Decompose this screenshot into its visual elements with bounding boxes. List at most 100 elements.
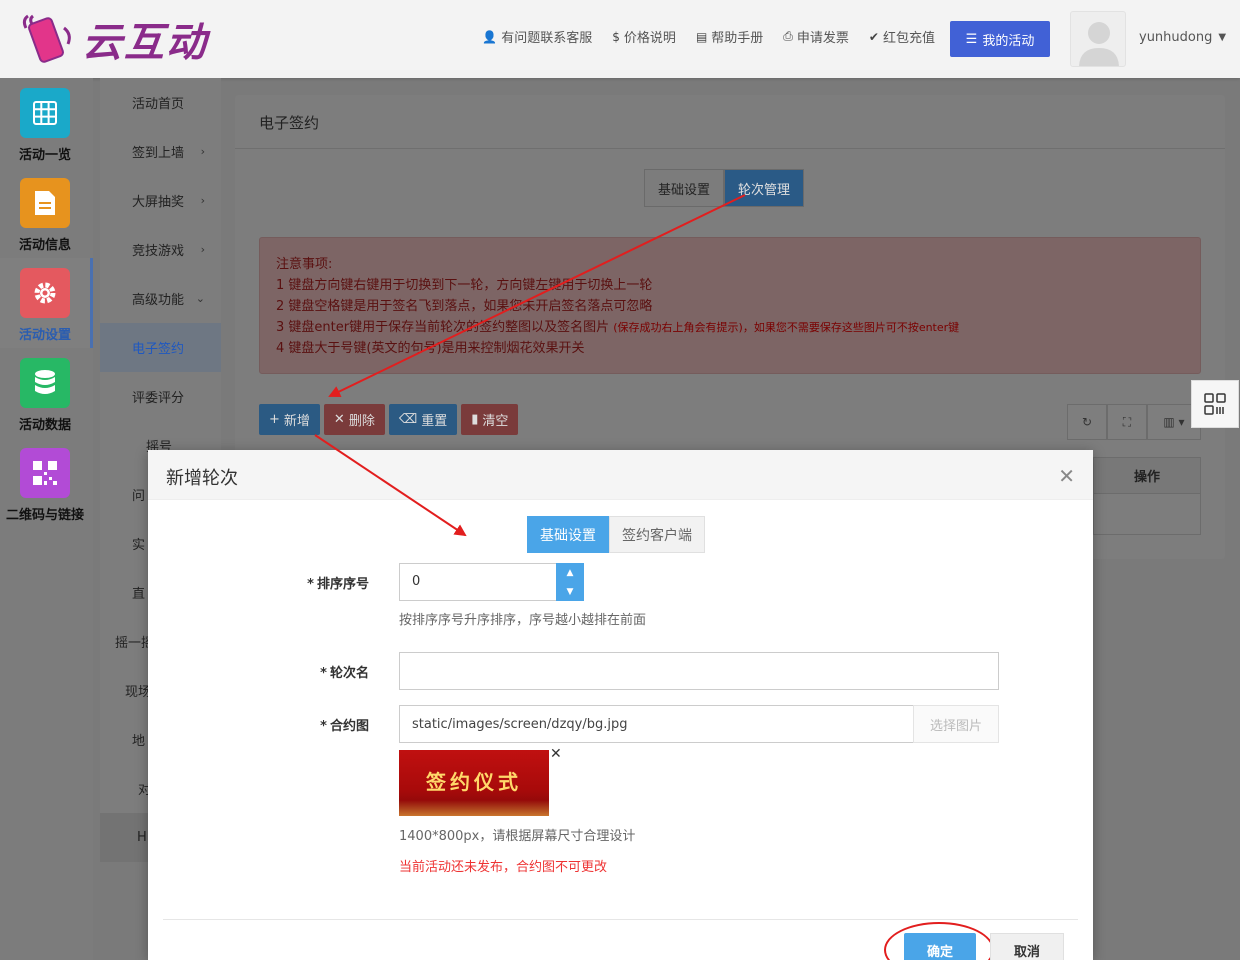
invoice-link[interactable]: ⎙ 申请发票 [783, 27, 849, 46]
qrcode-float-icon[interactable] [1191, 380, 1239, 428]
close-icon[interactable]: ✕ [1058, 464, 1075, 488]
submenu-item-checkin-wall[interactable]: 签到上墙 › [100, 127, 221, 176]
rail-item-activity-settings[interactable]: 活动设置 [0, 258, 93, 348]
fullscreen-icon[interactable]: ⛶ [1107, 404, 1147, 440]
chevron-right-icon: › [200, 243, 205, 256]
remove-image-icon[interactable]: ✕ [550, 746, 562, 762]
cancel-button[interactable]: 取消 [990, 933, 1064, 960]
tab-basic-settings[interactable]: 基础设置 [644, 169, 725, 207]
submenu-label: 大屏抽奖 [132, 195, 185, 210]
table-header-actions: 操作 [1093, 457, 1201, 494]
thumbnail-title: 签约仪式 [426, 770, 522, 794]
submenu-label: H [137, 830, 147, 845]
divider [163, 919, 1078, 920]
number-stepper[interactable]: ▲ ▼ [556, 563, 584, 601]
dialog-header: 新增轮次 ✕ [148, 450, 1093, 500]
submenu-item-advanced[interactable]: 高级功能 ⌄ [100, 274, 221, 323]
redpacket-recharge-link[interactable]: ✔ 红包充值 [868, 27, 935, 47]
logo[interactable]: 云互动 [20, 8, 208, 70]
submenu-label: 竞技游戏 [132, 244, 185, 259]
submenu-item-activity-home[interactable]: 活动首页 [100, 78, 221, 127]
notice-line-text: 3 键盘enter键用于保存当前轮次的签约整图以及签名图片 [276, 320, 610, 335]
chevron-down-icon[interactable]: ▼ [567, 587, 574, 597]
my-activity-button[interactable]: ☰ 我的活动 [950, 21, 1050, 57]
divider [235, 148, 1225, 149]
submenu-label: 高级功能 [132, 293, 185, 308]
rail-item-qrcode-links[interactable]: 二维码与链接 [0, 438, 93, 528]
add-round-dialog: 新增轮次 ✕ 基础设置 签约客户端 * 排序序号 0 ▲ ▼ 按排序序号升序排序，… [148, 450, 1093, 960]
caret-down-icon: ▼ [1218, 32, 1227, 43]
delete-button[interactable]: ✕ 删除 [323, 404, 385, 435]
submenu-label: 直 [132, 587, 146, 602]
submenu-label: 问 [132, 489, 146, 504]
phone-logo-icon [20, 10, 78, 68]
delete-label: 删除 [348, 414, 375, 429]
invoice-label: 申请发票 [796, 31, 849, 46]
thumbnail-glow [399, 800, 549, 816]
redpacket-recharge-label: 红包充值 [882, 31, 935, 46]
contact-support-link[interactable]: 👤 有问题联系客服 [482, 27, 592, 47]
shield-check-icon: ✔ [868, 29, 879, 44]
submenu-label: 活动首页 [132, 97, 185, 112]
notice-title: 注意事项: [276, 257, 333, 272]
rail-label: 活动一览 [18, 148, 71, 163]
my-activity-label: 我的活动 [982, 33, 1035, 49]
contract-image-thumbnail: 签约仪式 [399, 750, 549, 816]
pricing-label: 价格说明 [623, 31, 676, 46]
clear-button[interactable]: ▮ 清空 [461, 404, 519, 435]
submenu-label: 实 [132, 538, 146, 553]
help-manual-label: 帮助手册 [711, 31, 764, 46]
tab-basic-settings[interactable]: 基础设置 [527, 516, 609, 553]
chevron-up-icon[interactable]: ▲ [567, 568, 574, 578]
size-hint: 1400*800px，请根据屏幕尺寸合理设计 [399, 829, 636, 844]
submenu-item-e-signing[interactable]: 电子签约 [100, 323, 221, 372]
top-header: 云互动 👤 有问题联系客服 $ 价格说明 ▤ 帮助手册 ⎙ 申请发票 ✔ 红包充… [0, 0, 1240, 78]
round-name-label-text: 轮次名 [329, 666, 369, 681]
book-icon: ▤ [695, 29, 708, 44]
gear-icon [20, 268, 70, 318]
sort-label: * 排序序号 [307, 577, 369, 592]
notice-line: 4 键盘大于号键(英文的句号)是用来控制烟花效果开关 [276, 341, 585, 356]
tab-signing-client[interactable]: 签约客户端 [609, 516, 705, 553]
trash-icon: ▮ [471, 412, 479, 427]
table-row [1093, 493, 1201, 535]
rail-label: 二维码与链接 [5, 508, 84, 523]
submenu-label: 评委评分 [132, 391, 185, 406]
image-path-input[interactable]: static/images/screen/dzqy/bg.jpg [399, 705, 914, 743]
submenu-item-lottery[interactable]: 大屏抽奖 › [100, 176, 221, 225]
submenu-item-games[interactable]: 竞技游戏 › [100, 225, 221, 274]
reset-label: 重置 [421, 414, 448, 429]
contract-image-label-text: 合约图 [329, 719, 369, 734]
choose-image-button[interactable]: 选择图片 [913, 705, 999, 743]
rail-label: 活动设置 [18, 328, 71, 343]
username: yunhudong [1139, 30, 1213, 45]
chevron-right-icon: › [200, 145, 205, 158]
header-links: 👤 有问题联系客服 $ 价格说明 ▤ 帮助手册 ⎙ 申请发票 ✔ 红包充值 [482, 27, 935, 46]
database-icon [20, 358, 70, 408]
refresh-icon[interactable]: ↻ [1067, 404, 1107, 440]
add-button[interactable]: + 新增 [259, 404, 320, 435]
action-buttons: + 新增 ✕ 删除 ⌫ 重置 ▮ 清空 [259, 404, 519, 435]
rail-item-activity-data[interactable]: 活动数据 [0, 348, 93, 438]
round-name-input[interactable] [399, 652, 999, 690]
notice-box: 注意事项: 1 键盘方向键右键用于切换到下一轮，方向键左键用于切换上一轮 2 键… [259, 237, 1201, 374]
notice-small-text: (保存成功右上角会有提示)，如果您不需要保存这些图片可不按enter键 [613, 321, 960, 334]
pricing-link[interactable]: $ 价格说明 [612, 27, 676, 47]
left-icon-rail: 活动一览 活动信息 活动设置 活动数据 二维码与链接 [0, 78, 93, 960]
rail-item-activity-info[interactable]: 活动信息 [0, 168, 93, 258]
user-menu[interactable]: yunhudong ▼ [1139, 30, 1226, 45]
reset-button[interactable]: ⌫ 重置 [388, 404, 458, 435]
rail-item-activity-list[interactable]: 活动一览 [0, 78, 93, 168]
chevron-right-icon: › [200, 194, 205, 207]
avatar[interactable] [1070, 11, 1126, 67]
person-add-icon: 👤 [482, 29, 498, 44]
tab-round-management[interactable]: 轮次管理 [724, 169, 805, 207]
sort-hint: 按排序序号升序排序，序号越小越排在前面 [399, 613, 647, 628]
help-manual-link[interactable]: ▤ 帮助手册 [695, 27, 764, 47]
settings-tabs: 基础设置 轮次管理 [644, 169, 805, 207]
notice-line: 3 键盘enter键用于保存当前轮次的签约整图以及签名图片 (保存成功右上角会有… [276, 317, 1184, 338]
sort-number-input[interactable]: 0 ▲ ▼ [399, 563, 584, 601]
rail-label: 活动数据 [18, 418, 71, 433]
submenu-item-judges[interactable]: 评委评分 [100, 372, 221, 421]
unpublished-warning: 当前活动还未发布，合约图不可更改 [399, 860, 608, 875]
